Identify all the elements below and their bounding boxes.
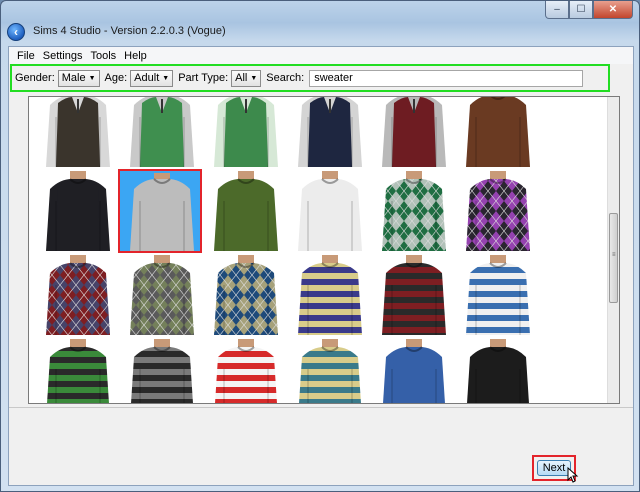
sweater-thumbnail[interactable] [454,253,538,337]
part-type-value: All [235,72,248,84]
back-arrow-icon[interactable]: ‹ [7,23,25,41]
menu-tools[interactable]: Tools [86,50,120,62]
menu-bar: File Settings Tools Help [9,47,633,64]
sweater-thumbnail[interactable] [118,97,202,169]
sweater-thumbnail[interactable] [34,337,118,403]
sweater-thumbnail[interactable] [370,337,454,403]
sweater-thumbnail[interactable] [370,97,454,169]
sweater-thumbnail[interactable] [34,253,118,337]
sweater-thumbnail[interactable] [454,97,538,169]
gender-value: Male [61,72,86,84]
sweater-thumbnail[interactable] [202,169,286,253]
sweater-thumbnail[interactable] [286,169,370,253]
chevron-down-icon: ▼ [162,74,170,82]
sweater-thumbnail[interactable] [118,253,202,337]
maximize-button[interactable]: ☐ [569,1,593,19]
gender-label: Gender: [15,72,55,84]
filter-bar: Gender: Male ▼ Age: Adult ▼ Part Type: A… [10,64,610,92]
menu-file[interactable]: File [13,50,39,62]
part-type-label: Part Type: [178,72,229,84]
title-bar: ‹ Sims 4 Studio - Version 2.2.0.3 (Vogue… [1,1,639,41]
vertical-scrollbar[interactable]: ≡ [607,97,619,403]
sweater-thumbnail[interactable] [454,337,538,403]
age-label: Age: [104,72,128,84]
gender-select[interactable]: Male ▼ [57,69,100,87]
next-button[interactable]: Next [537,460,571,476]
sweater-thumbnail[interactable] [118,169,202,253]
sweater-thumbnail[interactable] [202,337,286,403]
app-window: ‹ Sims 4 Studio - Version 2.2.0.3 (Vogue… [0,0,640,492]
sweater-thumbnail[interactable] [454,169,538,253]
age-value: Adult [134,72,160,84]
part-type-select[interactable]: All ▼ [231,69,262,87]
sweater-thumbnail[interactable] [34,97,118,169]
window-controls: – ☐ ✕ [545,1,633,20]
sweater-thumbnail[interactable] [118,337,202,403]
chevron-down-icon: ▼ [88,74,96,82]
chevron-down-icon: ▼ [250,74,258,82]
sweater-thumbnail[interactable] [202,97,286,169]
age-select[interactable]: Adult ▼ [130,69,174,87]
client-area: File Settings Tools Help Gender: Male ▼ … [8,46,634,486]
sweater-thumbnail[interactable] [202,253,286,337]
menu-settings[interactable]: Settings [39,50,87,62]
sweater-thumbnail[interactable] [286,253,370,337]
sweater-thumbnail[interactable] [286,337,370,403]
search-label: Search: [266,72,305,84]
sweater-thumbnail[interactable] [286,97,370,169]
footer-divider [9,407,633,408]
sweater-thumbnail[interactable] [34,169,118,253]
minimize-button[interactable]: – [545,1,569,19]
close-button[interactable]: ✕ [593,1,633,19]
search-input[interactable] [309,69,584,87]
mouse-pointer-icon [567,467,579,483]
next-button-highlight: Next [532,455,579,483]
menu-help[interactable]: Help [120,50,151,62]
sweater-thumbnail[interactable] [370,253,454,337]
window-title: Sims 4 Studio - Version 2.2.0.3 (Vogue) [33,25,226,37]
item-grid [34,97,538,403]
item-grid-panel: ≡ [28,96,620,404]
sweater-thumbnail[interactable] [370,169,454,253]
scrollbar-thumb[interactable]: ≡ [609,213,618,303]
